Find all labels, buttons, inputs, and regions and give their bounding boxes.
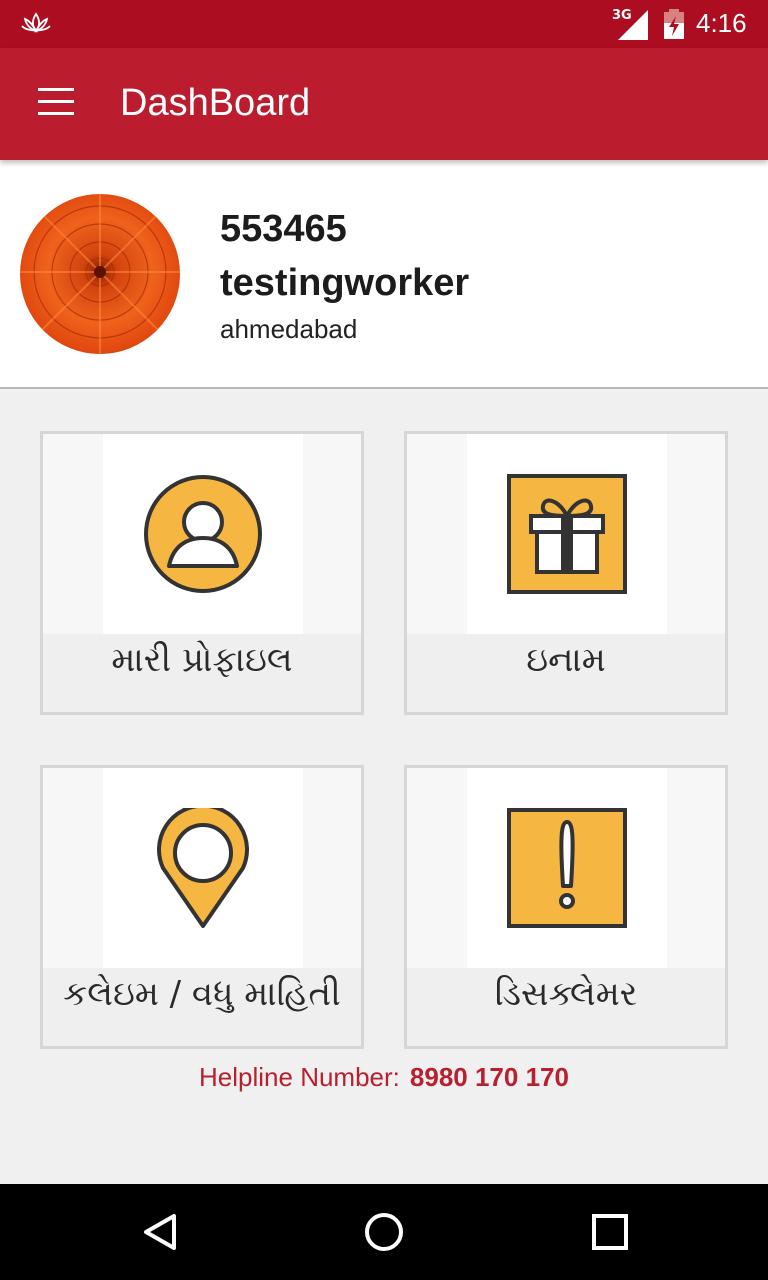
home-icon[interactable] <box>364 1212 404 1252</box>
app-bar: DashBoard <box>0 48 768 160</box>
helpline: Helpline Number: 8980 170 170 <box>0 1062 768 1093</box>
battery-icon <box>664 9 684 39</box>
navigation-bar <box>0 1184 768 1280</box>
location-pin-icon <box>157 808 249 928</box>
profile-header: 553465 testingworker ahmedabad <box>0 160 768 389</box>
reward-card[interactable]: ઇનામ <box>404 431 728 715</box>
helpline-number[interactable]: 8980 170 170 <box>410 1062 569 1092</box>
disclaimer-label: ડિસક્લેમર <box>494 974 638 1014</box>
worker-city: ahmedabad <box>220 314 358 344</box>
reward-label: ઇનામ <box>526 640 606 680</box>
back-icon[interactable] <box>140 1212 180 1252</box>
worker-id: 553465 <box>220 208 347 250</box>
user-profile-icon <box>144 475 262 593</box>
avatar <box>20 194 180 354</box>
signal-icon <box>618 10 648 40</box>
gift-icon <box>507 474 627 594</box>
worker-name: testingworker <box>220 262 470 304</box>
claim-info-card[interactable]: કલેઇમ / વધુ માહિતી <box>40 765 364 1049</box>
my-profile-card[interactable]: મારી પ્રોફાઇલ <box>40 431 364 715</box>
status-bar: 3G 4:16 <box>0 0 768 48</box>
lotus-icon <box>21 12 51 33</box>
page-title: DashBoard <box>120 82 311 124</box>
disclaimer-card[interactable]: ડિસક્લેમર <box>404 765 728 1049</box>
warning-icon <box>507 808 627 928</box>
claim-info-label: કલેઇમ / વધુ માહિતી <box>63 974 341 1014</box>
status-time: 4:16 <box>696 8 747 38</box>
my-profile-label: મારી પ્રોફાઇલ <box>111 640 293 680</box>
helpline-label: Helpline Number: <box>199 1062 400 1092</box>
hamburger-menu-icon[interactable] <box>38 88 74 118</box>
recents-icon[interactable] <box>590 1212 630 1252</box>
